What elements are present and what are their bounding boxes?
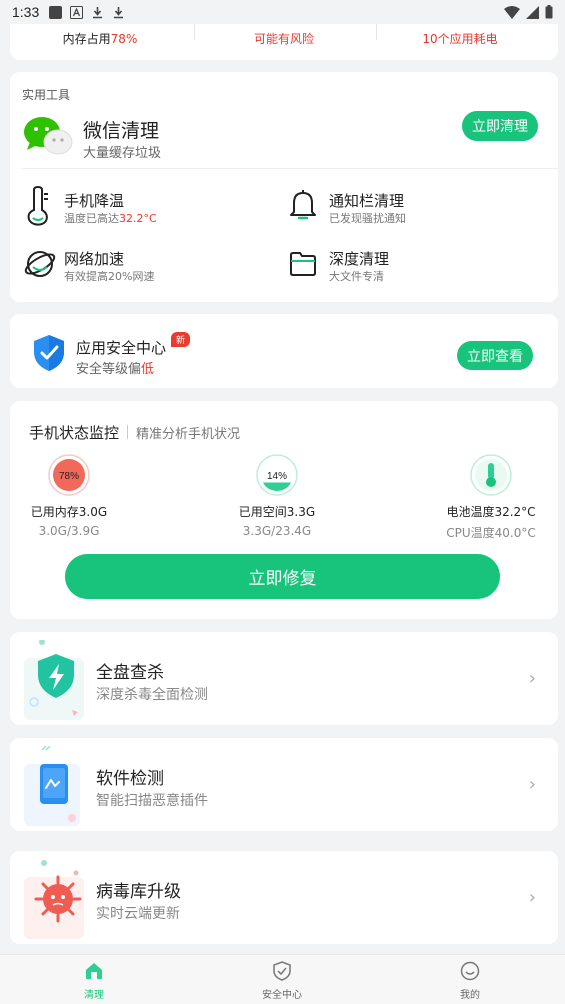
app-notification-icon (49, 5, 63, 19)
smile-icon (460, 961, 480, 981)
tool-network-boost-sub: 有效提高20%网速 (64, 270, 155, 283)
shield-check-icon (34, 335, 64, 371)
view-now-button[interactable]: 立即查看 (457, 341, 533, 370)
tool-network-boost-title: 网络加速 (64, 250, 125, 268)
risk-text: 可能有风险 (253, 32, 314, 46)
feature-full-scan-subtitle: 深度杀毒全面检测 (96, 687, 208, 703)
feature-full-scan-title: 全盘查杀 (96, 663, 164, 683)
font-notification-icon (70, 5, 84, 19)
tool-phone-cooling-temp: 32.2°C (119, 212, 157, 225)
tools-card: 实用工具 微信清理 大量缓存垃圾 立即清理 手机降温 温度已高达32.2°C 通… (10, 72, 558, 302)
new-badge: 新 (171, 332, 191, 347)
divider (127, 425, 128, 439)
chevron-right-icon: › (528, 668, 536, 689)
battery-icon (545, 5, 553, 19)
wechat-icon (24, 117, 73, 155)
shield-lightning-icon (24, 640, 84, 720)
tool-phone-cooling-title: 手机降温 (64, 192, 125, 210)
chevron-right-icon: › (528, 887, 536, 908)
tool-phone-cooling-sub: 温度已高达32.2°C (64, 210, 157, 226)
storage-total: 3.3G/23.4G (242, 524, 312, 538)
cpu-temp: CPU温度40.0°C (446, 526, 536, 540)
battery-temp: 电池温度32.2°C (446, 505, 536, 519)
security-level: 安全等级偏低 (76, 358, 154, 377)
tool-phone-cooling-sub-prefix: 温度已高达 (64, 212, 119, 225)
security-level-prefix: 安全等级偏 (76, 362, 142, 377)
battery-stat: 电池温度32.2°C CPU温度40.0°C (426, 453, 556, 541)
tools-section-title: 实用工具 (22, 88, 71, 102)
tool-notification-clean-title: 通知栏清理 (329, 192, 405, 210)
bell-icon (290, 190, 316, 220)
clean-now-button[interactable]: 立即清理 (462, 111, 538, 141)
thermometer-icon (470, 454, 512, 496)
download-icon-2 (114, 6, 124, 18)
virus-icon (24, 860, 84, 939)
storage-stat: 14% 已用空间3.3G 3.3G/23.4G (212, 453, 342, 538)
feature-virus-db-update-subtitle: 实时云端更新 (96, 906, 180, 922)
feature-virus-db-update-title: 病毒库升级 (96, 882, 181, 902)
security-level-value: 低 (141, 362, 155, 377)
wechat-clean-subtitle: 大量缓存垃圾 (83, 146, 162, 161)
monitor-subtitle: 精准分析手机状况 (136, 427, 241, 442)
nav-tab-security-label: 安全中心 (262, 990, 302, 1001)
feature-full-scan[interactable]: 全盘查杀 深度杀毒全面检测 › (10, 632, 558, 725)
divider (22, 168, 558, 169)
phone-monitor-card: 手机状态监控 精准分析手机状况 78% 已用内存3.0G 3.0G/3.9G 1… (10, 401, 558, 619)
status-time: 1:33 (12, 4, 40, 20)
download-icon (93, 6, 103, 18)
bottom-nav: 清理 安全中心 我的 (0, 954, 565, 1004)
security-center-title: 应用安全中心 (76, 339, 167, 357)
memory-usage: 内存占用78% (10, 30, 190, 47)
feature-software-check-title: 软件检测 (96, 769, 164, 789)
storage-gauge: 14% (256, 454, 298, 496)
apps-power-text: 10个应用耗电 (422, 32, 498, 46)
nav-tab-mine-label: 我的 (460, 990, 480, 1001)
memory-gauge: 78% (48, 454, 90, 496)
wechat-clean-title: 微信清理 (83, 120, 160, 142)
wifi-icon (504, 5, 520, 19)
feature-virus-db-update[interactable]: 病毒库升级 实时云端更新 › (10, 851, 558, 944)
feature-software-check[interactable]: 软件检测 智能扫描恶意插件 › (10, 738, 558, 831)
storage-percent: 14% (267, 471, 287, 482)
thermometer-icon (27, 186, 48, 226)
nav-tab-clean-label: 清理 (84, 990, 104, 1001)
monitor-title: 手机状态监控 (29, 424, 120, 442)
security-center-card[interactable]: 应用安全中心 新 安全等级偏低 立即查看 (10, 314, 558, 388)
storage-used: 已用空间3.3G (238, 505, 316, 519)
nav-tab-clean[interactable]: 清理 (54, 961, 134, 1001)
shield-icon (273, 961, 291, 981)
tool-deep-clean-sub: 大文件专清 (329, 270, 384, 283)
chevron-right-icon: › (528, 774, 536, 795)
nav-tab-mine[interactable]: 我的 (430, 961, 510, 1001)
signal-icon (526, 5, 539, 19)
planet-icon (24, 251, 56, 277)
memory-usage-label: 内存占用 (62, 32, 111, 46)
home-icon (86, 963, 102, 979)
status-bar: 1:33 (0, 0, 565, 24)
tool-notification-clean-sub: 已发现骚扰通知 (329, 212, 406, 225)
memory-usage-value: 78% (110, 32, 138, 46)
tool-deep-clean-title: 深度清理 (329, 250, 390, 268)
memory-total: 3.0G/3.9G (38, 524, 100, 538)
phone-scan-icon (24, 746, 80, 826)
memory-stat: 78% 已用内存3.0G 3.0G/3.9G (4, 453, 134, 538)
memory-percent: 78% (59, 471, 79, 482)
memory-used: 已用内存3.0G (30, 505, 108, 519)
repair-now-button[interactable]: 立即修复 (65, 554, 500, 599)
folder-icon (290, 252, 316, 276)
nav-tab-security[interactable]: 安全中心 (242, 961, 322, 1001)
feature-software-check-subtitle: 智能扫描恶意插件 (96, 793, 208, 809)
